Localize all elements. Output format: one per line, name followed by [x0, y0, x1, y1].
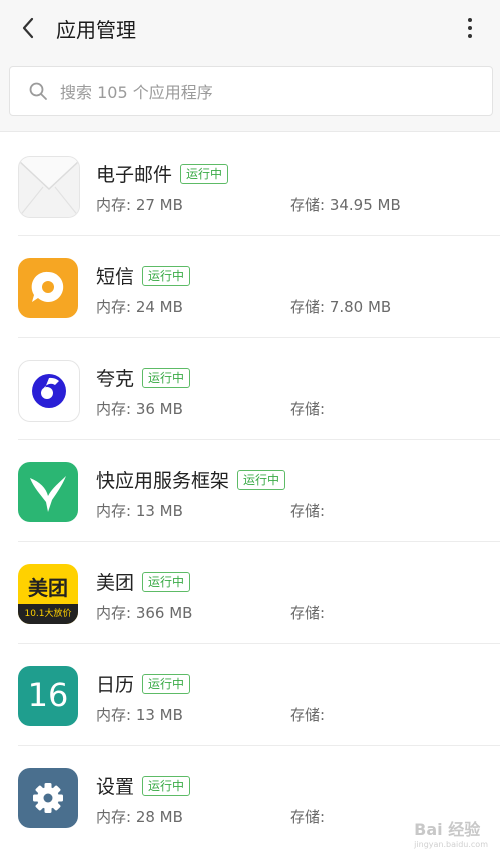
memory-usage: 内存: 366 MB: [96, 604, 193, 622]
app-item-sms[interactable]: 短信 运行中 内存: 24 MB 存储: 7.80 MB: [0, 236, 500, 338]
search-bar-area: 搜索 105 个应用程序: [0, 56, 500, 126]
sms-app-icon: [18, 258, 78, 318]
settings-gear-icon: [18, 768, 78, 828]
meituan-icon-text: 美团: [28, 576, 68, 600]
memory-usage: 内存: 36 MB: [96, 400, 183, 418]
email-app-icon: [18, 156, 80, 218]
calendar-icon-text: 16: [27, 676, 69, 714]
storage-usage: 存储:: [290, 706, 326, 724]
watermark: Bai 经验 jingyan.baidu.com: [414, 820, 488, 849]
running-badge: 运行中: [142, 572, 191, 592]
app-name: 日历 运行中: [96, 670, 191, 697]
page-title: 应用管理: [56, 17, 136, 42]
storage-usage: 存储:: [290, 604, 326, 622]
more-dot-icon: [468, 26, 472, 30]
more-dot-icon: [468, 34, 472, 38]
search-placeholder: 搜索 105 个应用程序: [60, 83, 213, 102]
meituan-app-icon: 美团 10.1大放价: [18, 564, 78, 624]
list-divider: [0, 131, 500, 132]
memory-usage: 内存: 13 MB: [96, 706, 183, 724]
app-name: 美团 运行中: [96, 568, 191, 595]
back-button[interactable]: [0, 0, 56, 56]
more-dot-icon: [468, 18, 472, 22]
app-item-meituan[interactable]: 美团 10.1大放价 美团 运行中 内存: 366 MB 存储:: [0, 542, 500, 644]
app-item-quark[interactable]: 夸克 运行中 内存: 36 MB 存储:: [0, 338, 500, 440]
running-badge: 运行中: [142, 674, 191, 694]
app-list: 电子邮件 运行中 内存: 27 MB 存储: 34.95 MB 短信 运行中 内存:…: [0, 131, 500, 857]
memory-usage: 内存: 13 MB: [96, 502, 183, 520]
running-badge: 运行中: [142, 266, 191, 286]
running-badge: 运行中: [142, 368, 191, 388]
app-item-calendar[interactable]: 16 日历 运行中 内存: 13 MB 存储:: [0, 644, 500, 746]
running-badge: 运行中: [180, 164, 229, 184]
calendar-app-icon: 16: [18, 666, 78, 726]
running-badge: 运行中: [237, 470, 286, 490]
storage-usage: 存储: 34.95 MB: [290, 196, 401, 214]
more-options-button[interactable]: [458, 16, 482, 40]
search-icon: [29, 82, 47, 100]
app-item-email[interactable]: 电子邮件 运行中 内存: 27 MB 存储: 34.95 MB: [0, 134, 500, 236]
memory-usage: 内存: 24 MB: [96, 298, 183, 316]
memory-usage: 内存: 28 MB: [96, 808, 183, 826]
memory-usage: 内存: 27 MB: [96, 196, 183, 214]
app-name: 快应用服务框架 运行中: [96, 466, 286, 493]
storage-usage: 存储:: [290, 400, 326, 418]
search-input[interactable]: 搜索 105 个应用程序: [9, 66, 493, 116]
app-header: 应用管理: [0, 0, 500, 56]
app-name: 电子邮件 运行中: [96, 160, 229, 187]
app-name: 短信 运行中: [96, 262, 191, 289]
storage-usage: 存储:: [290, 502, 326, 520]
hummingbird-icon: [18, 462, 78, 522]
running-badge: 运行中: [142, 776, 191, 796]
storage-usage: 存储:: [290, 808, 326, 826]
app-name: 设置 运行中: [96, 772, 191, 799]
storage-usage: 存储: 7.80 MB: [290, 298, 392, 316]
app-item-quick-app-framework[interactable]: 快应用服务框架 运行中 内存: 13 MB 存储:: [0, 440, 500, 542]
back-arrow-icon: [22, 17, 34, 39]
app-name: 夸克 运行中: [96, 364, 191, 391]
quark-app-icon: [18, 360, 80, 422]
meituan-icon-subtext: 10.1大放价: [18, 604, 78, 624]
